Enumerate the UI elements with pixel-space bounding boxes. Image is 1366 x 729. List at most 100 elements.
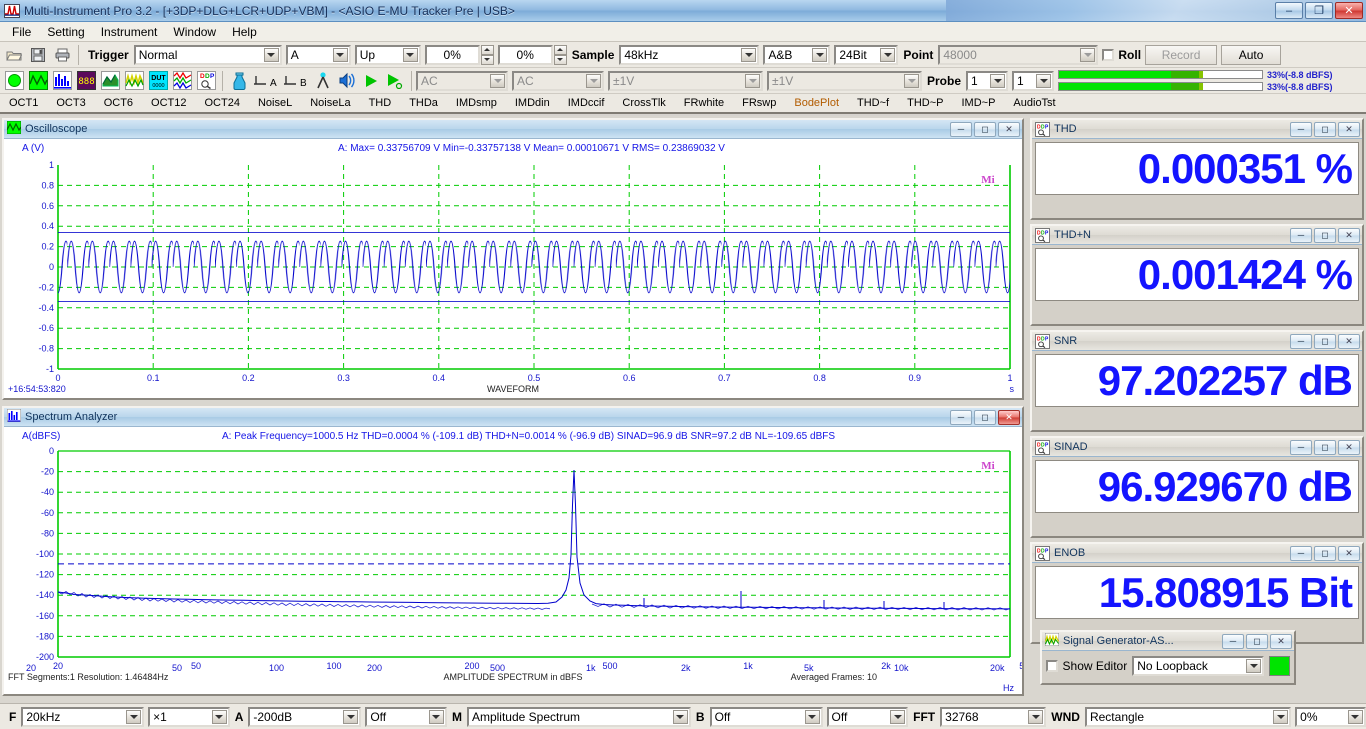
trigger-delay-stepper[interactable] [553,44,567,65]
signal-generator-icon[interactable] [123,70,145,92]
chevron-down-icon[interactable] [332,47,348,62]
chevron-down-icon[interactable] [745,73,760,88]
chevron-down-icon[interactable] [812,47,828,62]
chevron-down-icon[interactable] [402,47,418,62]
menu-item-window[interactable]: Window [165,23,224,41]
spectrum-analyzer-icon[interactable] [51,70,73,92]
tab-noisel[interactable]: NoiseL [249,94,301,112]
close-button[interactable]: ✕ [1335,2,1363,19]
coupling-b-select[interactable]: AC [512,70,604,91]
chevron-down-icon[interactable] [990,73,1006,88]
thd-minimize-button[interactable]: ─ [1290,121,1312,137]
ground-b-icon[interactable]: B [282,70,310,92]
oscilloscope-icon[interactable] [27,70,49,92]
fft-size-select[interactable]: 32768 [940,706,1047,727]
tab-thda[interactable]: THDa [400,94,447,112]
chevron-down-icon[interactable] [1080,47,1096,62]
thd-titlebar[interactable]: DDP THD ─ ◻ ✕ [1032,120,1362,139]
chevron-down-icon[interactable] [586,73,601,88]
tab-imdsmp[interactable]: IMDsmp [447,94,506,112]
speaker-icon[interactable] [336,70,358,92]
trigger-edge-select[interactable]: Up [354,44,421,65]
tab-crosstlk[interactable]: CrossTlk [613,94,674,112]
range-b-select[interactable]: ±1V [767,70,922,91]
tab-thd-f[interactable]: THD~f [848,94,898,112]
dut-icon[interactable]: DUT 0000 [147,70,169,92]
bit-depth-select[interactable]: 24Bit [834,44,899,65]
thd-close-button[interactable]: ✕ [1338,121,1360,137]
channel-a-mode-select[interactable]: Off [365,706,447,727]
siggen-minimize-button[interactable]: ─ [1222,633,1244,649]
multimeter-icon[interactable]: 888 [75,70,97,92]
channel-b-mode-select[interactable]: Off [826,706,909,727]
point-select[interactable]: 48000 [938,44,1099,65]
sample-rate-select[interactable]: 48kHz [619,44,760,65]
probe-b-select[interactable]: 1 [1012,70,1055,91]
tab-oct1[interactable]: OCT1 [0,94,47,112]
trigger-delay-input[interactable]: 0% [497,44,553,65]
trigger-channel-select[interactable]: A [285,44,351,65]
tab-oct3[interactable]: OCT3 [47,94,94,112]
probe-a-select[interactable]: 1 [966,70,1009,91]
thdn-close-button[interactable]: ✕ [1338,227,1360,243]
chevron-down-icon[interactable] [1246,659,1262,673]
chevron-down-icon[interactable] [804,709,820,724]
siggen-maximize-button[interactable]: ◻ [1246,633,1268,649]
frequency-range-select[interactable]: 20kHz [21,706,145,727]
menu-item-setting[interactable]: Setting [39,23,92,41]
spectrum-close-button[interactable]: ✕ [998,409,1020,425]
enob-maximize-button[interactable]: ◻ [1314,545,1336,561]
tab-oct12[interactable]: OCT12 [142,94,195,112]
oscilloscope-close-button[interactable]: ✕ [998,121,1020,137]
oscilloscope-maximize-button[interactable]: ◻ [974,121,996,137]
snr-close-button[interactable]: ✕ [1338,333,1360,349]
minimize-button[interactable]: – [1275,2,1303,19]
siggen-close-button[interactable]: ✕ [1270,633,1292,649]
roll-checkbox[interactable] [1102,48,1115,61]
chevron-down-icon[interactable] [1028,709,1044,724]
siggen-run-indicator[interactable] [1269,656,1290,676]
chevron-down-icon[interactable] [1347,709,1363,724]
range-a-select[interactable]: ±1V [608,70,763,91]
oscilloscope-minimize-button[interactable]: ─ [950,121,972,137]
thdn-maximize-button[interactable]: ◻ [1314,227,1336,243]
scissors-icon[interactable] [312,70,334,92]
tab-imddin[interactable]: IMDdin [506,94,559,112]
print-icon[interactable] [51,44,73,66]
tab-thd-p[interactable]: THD~P [898,94,952,112]
sinad-maximize-button[interactable]: ◻ [1314,439,1336,455]
channel-a-range-select[interactable]: -200dB [248,706,362,727]
run-once-icon[interactable] [384,70,406,92]
window-function-select[interactable]: Rectangle [1084,706,1292,727]
chevron-down-icon[interactable] [1273,709,1289,724]
data-logger-icon[interactable]: DDP [195,70,217,92]
save-icon[interactable] [27,44,49,66]
frequency-multiplier-select[interactable]: ×1 [148,706,230,727]
stepper-down-icon[interactable] [480,54,494,65]
trigger-mode-select[interactable]: Normal [133,44,282,65]
chevron-down-icon[interactable] [263,47,279,62]
enob-close-button[interactable]: ✕ [1338,545,1360,561]
spectrum-plot[interactable]: 0 -20 -40 -60 -80 -100 -120 -140 -160 -180 -200 [4,445,1022,688]
chevron-down-icon[interactable] [126,709,142,724]
auto-button[interactable]: Auto [1221,44,1282,65]
stepper-down-icon[interactable] [553,54,567,65]
chevron-down-icon[interactable] [672,709,688,724]
sinad-titlebar[interactable]: DDP SINAD ─ ◻ ✕ [1032,438,1362,457]
snr-maximize-button[interactable]: ◻ [1314,333,1336,349]
tab-noisela[interactable]: NoiseLa [301,94,359,112]
channel-mode-select[interactable]: A&B [763,44,831,65]
loopback-select[interactable]: No Loopback [1132,656,1265,676]
stepper-up-icon[interactable] [480,44,494,55]
spectrum-titlebar[interactable]: Spectrum Analyzer ─ ◻ ✕ [4,408,1022,427]
record-dot-icon[interactable] [3,70,25,92]
chevron-down-icon[interactable] [343,709,359,724]
tab-frwhite[interactable]: FRwhite [675,94,733,112]
ground-a-icon[interactable]: A [252,70,280,92]
spectrum-maximize-button[interactable]: ◻ [974,409,996,425]
chevron-down-icon[interactable] [490,73,505,88]
thd-maximize-button[interactable]: ◻ [1314,121,1336,137]
chevron-down-icon[interactable] [880,47,896,62]
spectrum-minimize-button[interactable]: ─ [950,409,972,425]
trigger-level-input[interactable]: 0% [424,44,480,65]
